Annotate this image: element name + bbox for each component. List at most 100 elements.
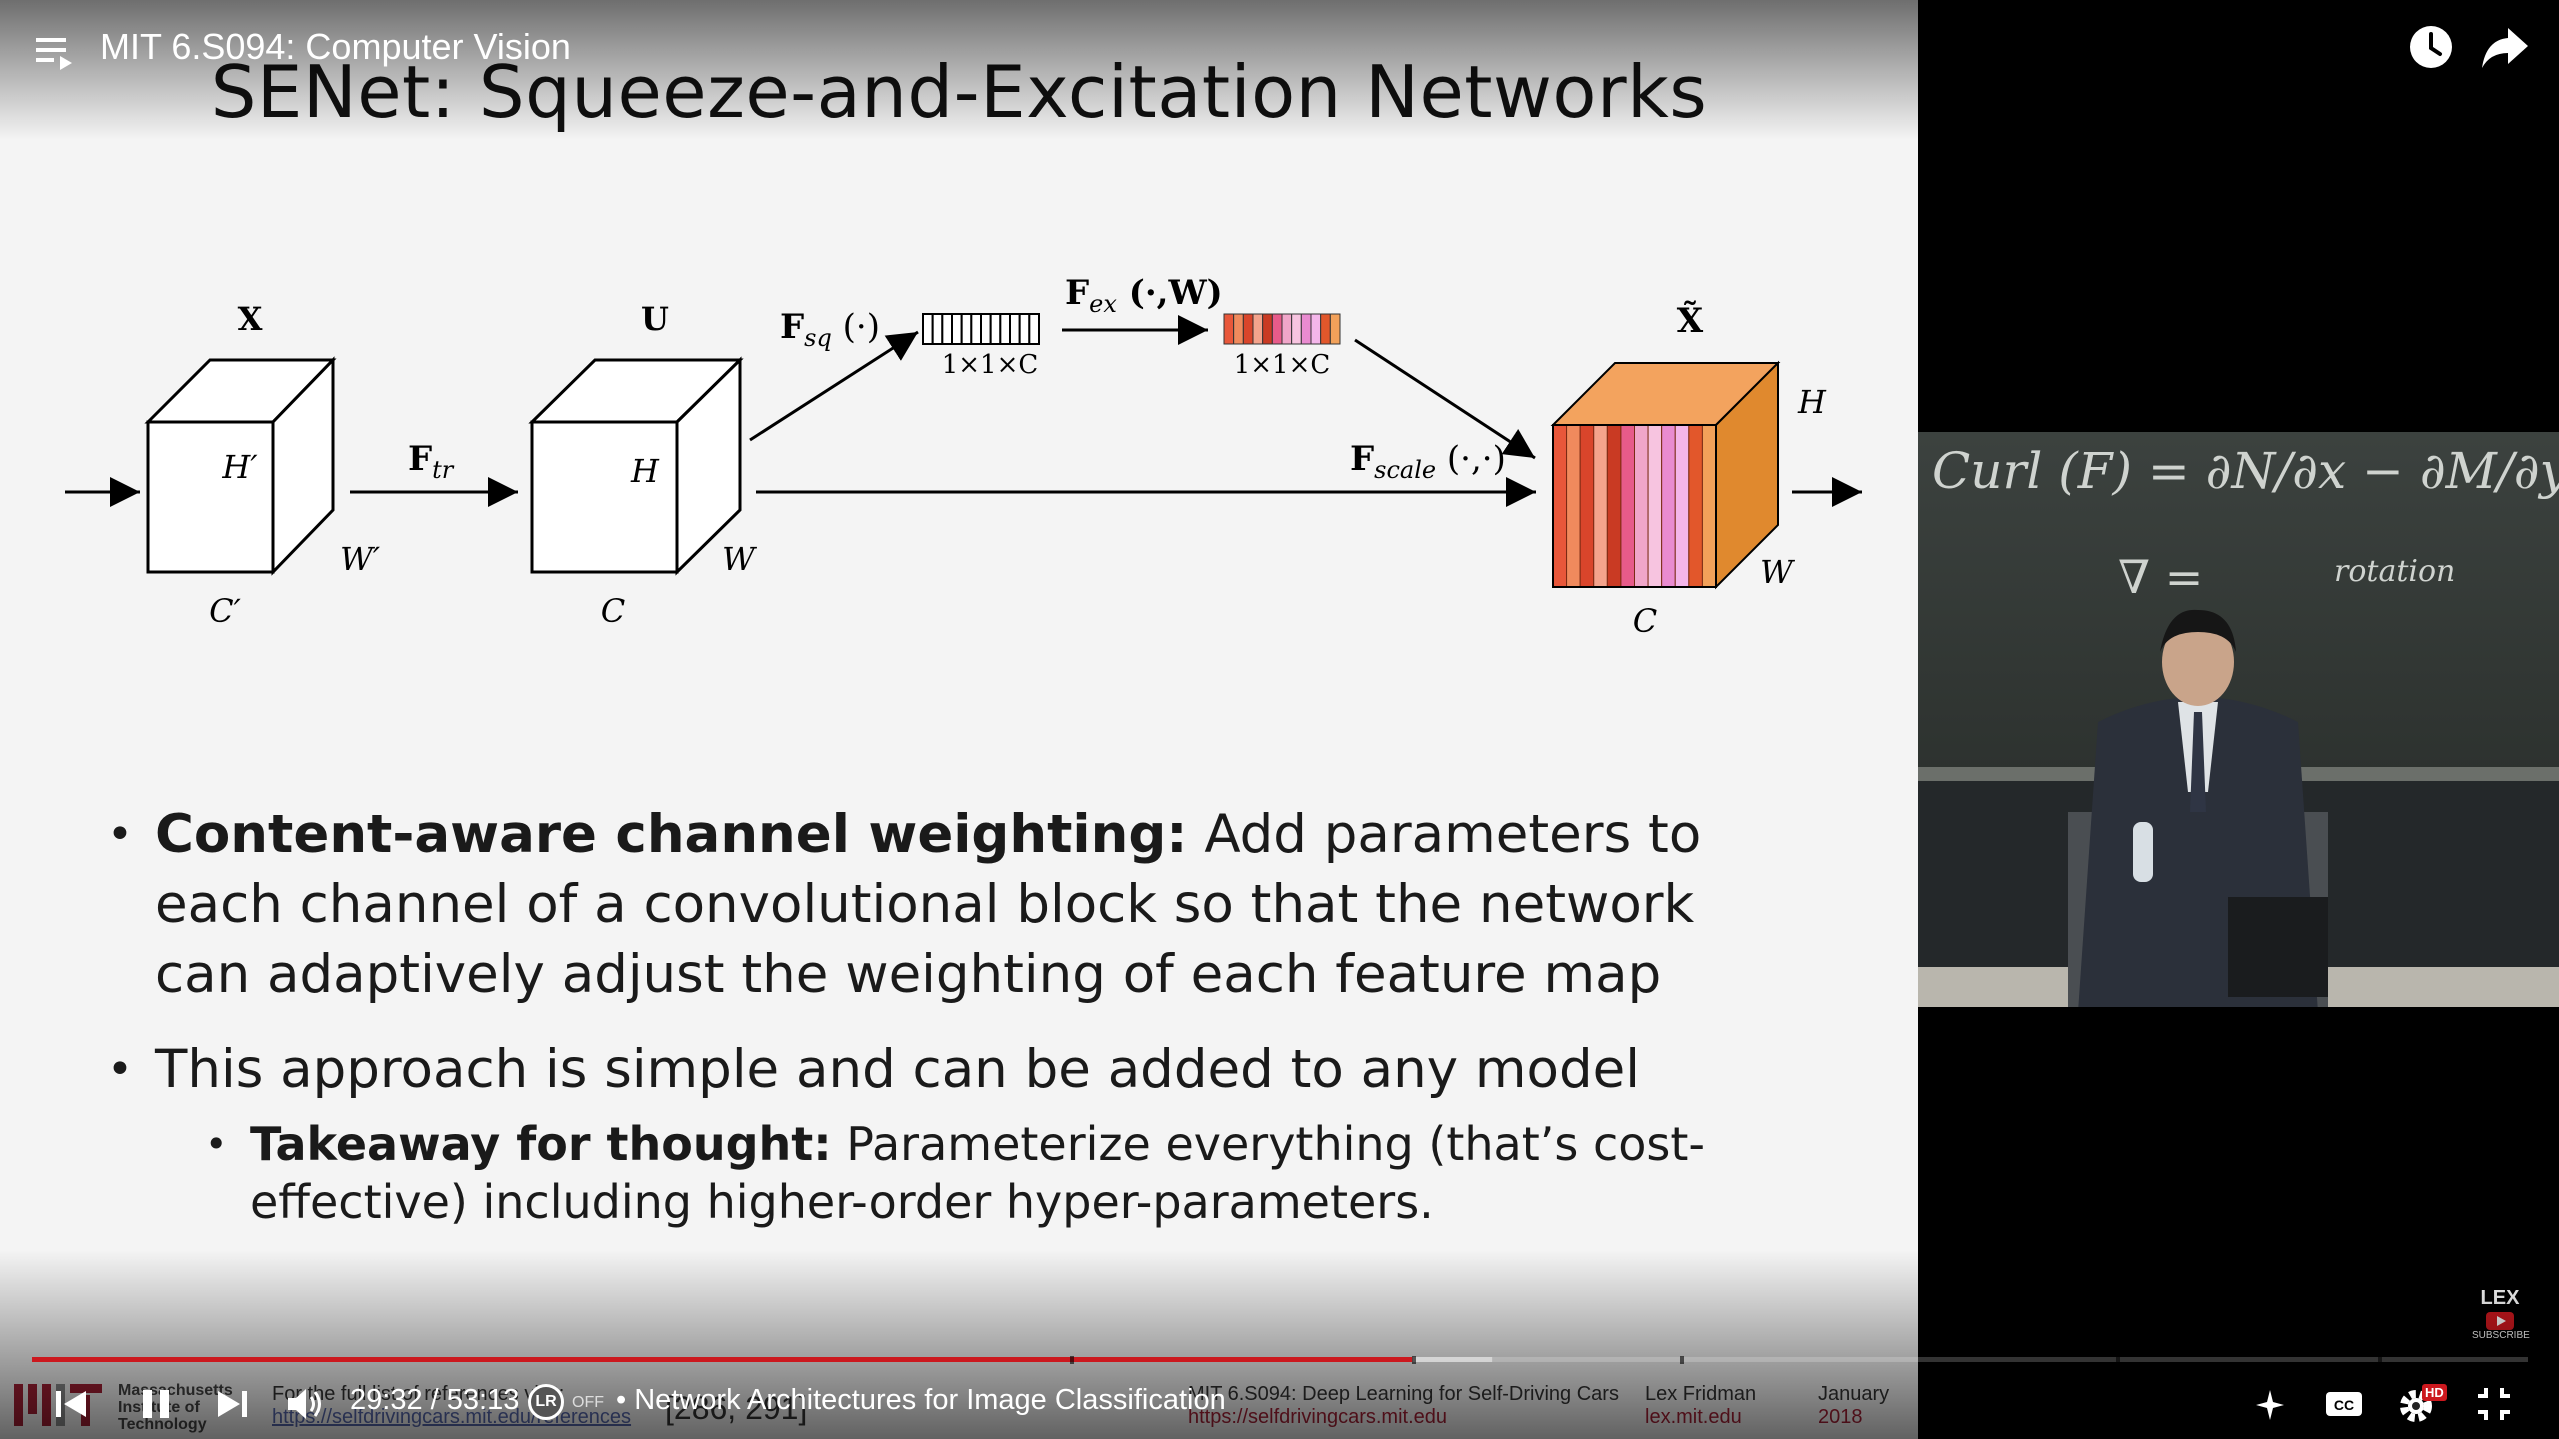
squeeze-cell <box>1028 313 1040 345</box>
squeeze-cell <box>931 313 944 345</box>
autoplay-icon: LR <box>528 1384 564 1420</box>
fscale-label: Fscale (·,·) <box>1350 439 1506 484</box>
settings-button[interactable]: HD <box>2394 1378 2450 1430</box>
squeeze-vector <box>922 313 1040 345</box>
output-channel <box>1674 424 1690 588</box>
bullet-dot: • <box>205 1122 228 1166</box>
senet-diagram: X H′ W′ C′ Ftr U H W C Fsq (·) 1×1×C Fex… <box>65 273 1862 640</box>
output-channel <box>1552 424 1568 588</box>
fsq-label: Fsq (·) <box>780 307 880 352</box>
author-footer: Lex Fridman lex.mit.edu <box>1645 1383 1757 1428</box>
sub-bullet: • Takeaway for thought: Parameterize eve… <box>205 1115 1810 1231</box>
next-button[interactable] <box>212 1378 252 1430</box>
squeeze-cell <box>951 313 963 345</box>
excitation-cell <box>1262 313 1273 345</box>
chalk-note: rotation <box>2334 554 2456 589</box>
output-label: X̃ <box>1677 301 1704 341</box>
u-w-label: W <box>722 540 758 578</box>
output-channel <box>1579 424 1595 588</box>
excitation-cell <box>1223 313 1235 345</box>
lecturer-figure <box>2068 609 2328 1007</box>
output-channel <box>1606 424 1622 588</box>
svg-text:CC: CC <box>2334 1397 2354 1413</box>
volume-icon[interactable] <box>284 1378 328 1430</box>
output-h-label: H <box>1797 383 1827 421</box>
course-footer: MIT 6.S094: Deep Learning for Self-Drivi… <box>1188 1383 1619 1428</box>
squeeze-cell <box>922 313 934 345</box>
watermark-name: LEX <box>2480 1287 2520 1309</box>
bullet-dot: • <box>107 1044 133 1095</box>
output-channel <box>1661 424 1676 588</box>
sparkle-icon[interactable] <box>2250 1378 2290 1430</box>
input-c-label: C′ <box>209 592 241 630</box>
output-channel <box>1701 424 1717 588</box>
excitation-cell <box>1310 313 1322 345</box>
pause-button[interactable] <box>136 1378 176 1430</box>
output-channel <box>1688 424 1703 588</box>
playlist-icon[interactable] <box>36 36 76 70</box>
excitation-vector <box>1223 313 1341 345</box>
output-w-label: W <box>1760 553 1796 591</box>
chalk-equation: Curl (F) = ∂N/∂x − ∂M/∂y = k̂·(∇×F) <box>1932 442 2559 500</box>
previous-button[interactable] <box>52 1378 92 1430</box>
video-title[interactable]: MIT 6.S094: Computer Vision <box>100 26 571 68</box>
bullet-dot: • <box>107 809 133 860</box>
squeeze-cell <box>980 313 992 345</box>
excitation-cell <box>1300 313 1312 345</box>
squeeze-cell <box>1009 313 1021 345</box>
output-channel <box>1620 424 1635 588</box>
lecturer-camera: Curl (F) = ∂N/∂x − ∂M/∂y = k̂·(∇×F) rota… <box>1918 432 2559 1007</box>
lex-watermark <box>1918 432 1919 433</box>
sub-bullet-lead: Takeaway for thought: <box>250 1117 832 1171</box>
share-icon[interactable] <box>2480 24 2530 70</box>
watermark-play-icon <box>2486 1312 2514 1330</box>
bullet-2-text: This approach is simple and can be added… <box>155 1039 1640 1100</box>
bullet-2: • This approach is simple and can be add… <box>107 1035 1795 1105</box>
output-c-label: C <box>1633 602 1657 640</box>
watch-later-icon[interactable] <box>2408 24 2454 70</box>
slide-frame: SENet: Squeeze-and-Excitation Networks X… <box>0 0 1918 1439</box>
excitation-cell <box>1242 313 1254 345</box>
squeeze-cell <box>999 313 1011 345</box>
output-channel <box>1634 424 1649 588</box>
exit-fullscreen-button[interactable] <box>2472 1378 2516 1430</box>
u-c-label: C <box>601 592 625 630</box>
excitation-cell <box>1252 313 1264 345</box>
excitation-cell <box>1271 313 1283 345</box>
squeeze-cell <box>960 313 973 345</box>
bullet-1-lead: Content-aware channel weighting: <box>155 804 1188 865</box>
excitation-cell <box>1291 313 1302 345</box>
hd-badge: HD <box>2422 1384 2447 1401</box>
excitation-cell <box>1233 313 1244 345</box>
squeeze-cell <box>970 313 982 345</box>
fex-label: Fex (·,W) <box>1065 273 1223 318</box>
bullet-1: • Content-aware channel weighting: Add p… <box>107 800 1795 1010</box>
fsq-arrow <box>749 330 919 442</box>
u-h-label: H <box>630 452 660 490</box>
input-label: X <box>238 300 263 338</box>
date-footer: January 2018 <box>1818 1383 1890 1428</box>
output-channel <box>1566 424 1581 588</box>
input-w-label: W′ <box>340 540 381 578</box>
excitation-cell <box>1281 313 1293 345</box>
ftr-label: Ftr <box>408 439 455 484</box>
squeeze-cell <box>989 313 1002 345</box>
squeeze-cell <box>1018 313 1031 345</box>
time-display: 29:32 / 53:13 <box>350 1384 520 1416</box>
output-channel <box>1647 424 1663 588</box>
excitation-cell <box>1320 313 1331 345</box>
chapter-title[interactable]: • Network Architectures for Image Classi… <box>616 1384 1226 1417</box>
u-label: U <box>641 300 669 338</box>
autoplay-toggle[interactable]: LR OFF <box>522 1384 612 1420</box>
squeeze-cell <box>941 313 953 345</box>
excitation-cell <box>1329 313 1341 345</box>
channel-watermark[interactable]: LEX SUBSCRIBE <box>2472 1287 2530 1341</box>
watermark-subscribe: SUBSCRIBE <box>2472 1330 2530 1341</box>
output-channel <box>1593 424 1608 588</box>
input-h-label: H′ <box>221 448 258 486</box>
autoplay-state: OFF <box>572 1394 604 1411</box>
captions-button[interactable]: CC <box>2322 1378 2366 1430</box>
excitation-dim-label: 1×1×C <box>1234 350 1331 380</box>
progress-bar[interactable] <box>32 1356 2528 1364</box>
squeeze-dim-label: 1×1×C <box>942 350 1039 380</box>
